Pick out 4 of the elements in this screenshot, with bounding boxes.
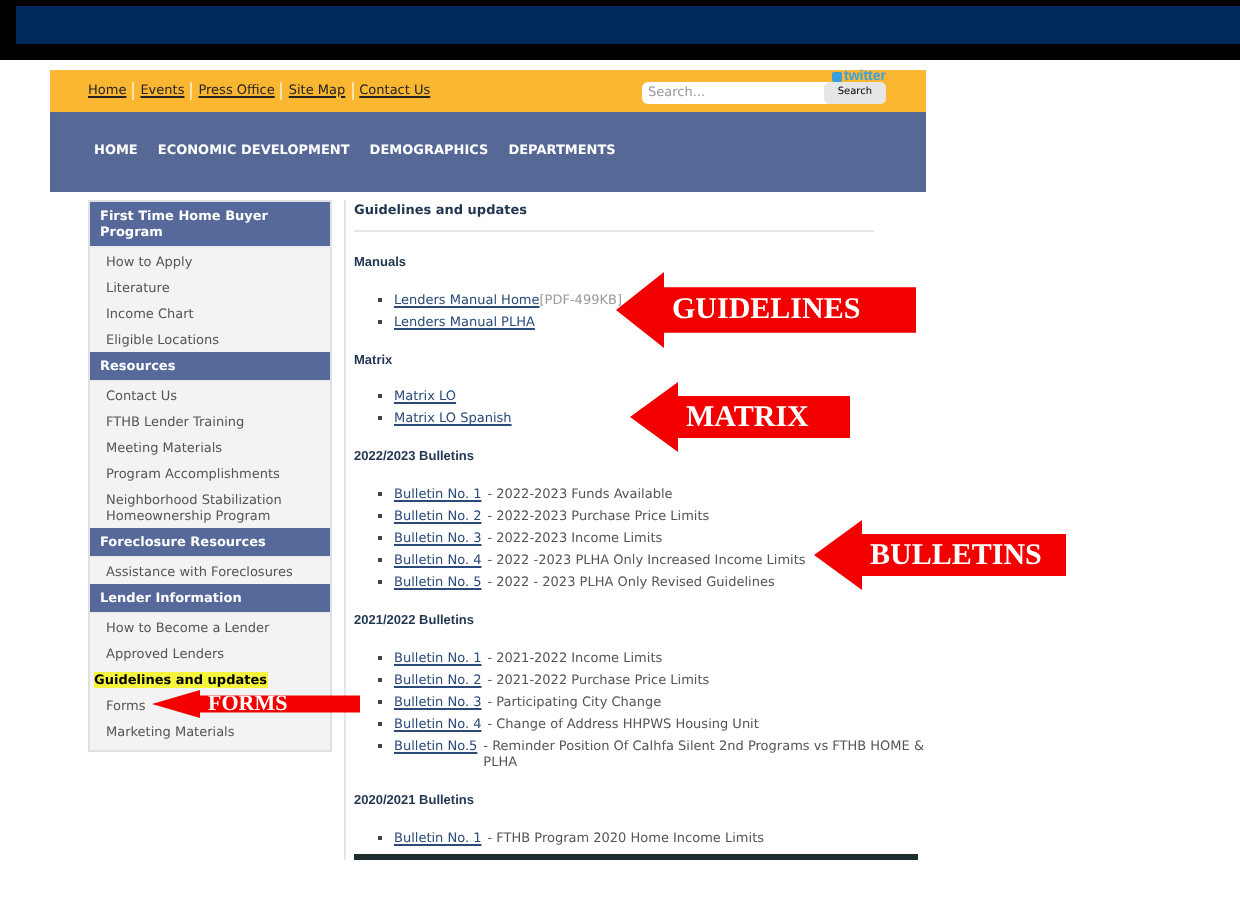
callout-label: GUIDELINES [672, 294, 861, 326]
callout-label: BULLETINS [870, 539, 1042, 571]
callout-label: FORMS [208, 693, 288, 715]
callout-label: MATRIX [686, 401, 809, 433]
